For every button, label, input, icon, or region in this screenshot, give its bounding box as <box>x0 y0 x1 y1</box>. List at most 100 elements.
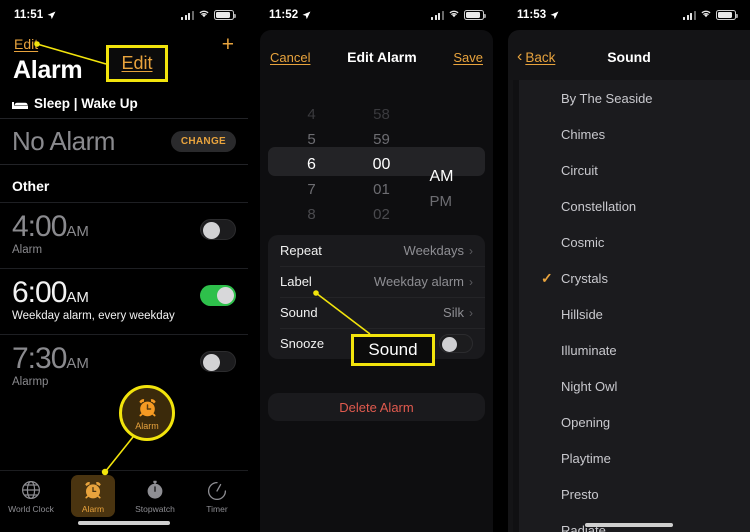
alarm-clock-icon <box>82 479 104 501</box>
list-item[interactable]: Night Owl <box>519 368 750 404</box>
list-item[interactable]: Playtime <box>519 440 750 476</box>
sleep-wake-label: Sleep | Wake Up <box>34 96 138 111</box>
no-alarm-row[interactable]: No Alarm CHANGE <box>0 118 248 165</box>
list-item-selected[interactable]: ✓ Crystals <box>519 260 750 296</box>
status-time: 11:51 <box>14 9 44 21</box>
table-row[interactable]: 4:00AM Alarm <box>0 202 248 268</box>
time-picker[interactable]: 3 4 5 6 7 8 9 57 58 59 00 01 02 <box>260 102 493 223</box>
edit-callout-box: Edit <box>106 45 168 82</box>
setting-label: Repeat <box>280 243 322 258</box>
picker-item[interactable]: 58 <box>373 102 390 127</box>
sound-name: Opening <box>561 414 611 430</box>
sound-name: Constellation <box>561 198 637 214</box>
add-alarm-button[interactable]: + <box>222 34 234 55</box>
setting-row-sound[interactable]: Sound Silk › <box>268 297 485 328</box>
tab-label: Stopwatch <box>135 504 175 514</box>
sheet-title: Edit Alarm <box>347 49 417 65</box>
period-column[interactable]: AM PM <box>430 102 472 220</box>
tab-stopwatch[interactable]: Stopwatch <box>124 479 186 514</box>
list-item[interactable]: Cosmic <box>519 224 750 260</box>
panel-sound-list: 11:53 ‹ Back Sound By The Seaside Chimes… <box>503 0 750 532</box>
minute-column[interactable]: 57 58 59 00 01 02 03 <box>360 102 404 223</box>
home-indicator <box>585 523 673 527</box>
chevron-right-icon: › <box>469 274 473 289</box>
alarm-subtitle: Weekday alarm, every weekday <box>12 309 175 322</box>
list-item[interactable]: Radiate <box>519 512 750 532</box>
status-left: 11:53 <box>517 9 559 21</box>
status-time: 11:53 <box>517 9 547 21</box>
battery-icon <box>716 10 738 20</box>
alarm-toggle[interactable] <box>200 219 236 240</box>
picker-item[interactable]: 59 <box>373 127 390 152</box>
picker-item-selected[interactable]: 6 <box>307 152 316 177</box>
table-row[interactable]: 7:30AM Alarmp <box>0 334 248 400</box>
other-section-header: Other <box>12 178 50 194</box>
hour-column[interactable]: 3 4 5 6 7 8 9 <box>290 102 334 223</box>
sound-name: Presto <box>561 486 599 502</box>
snooze-toggle[interactable] <box>439 334 473 353</box>
sound-name: Night Owl <box>561 378 618 394</box>
save-button[interactable]: Save <box>453 50 483 65</box>
picker-item[interactable]: 4 <box>307 102 315 127</box>
delete-alarm-label: Delete Alarm <box>339 399 414 415</box>
picker-item-selected[interactable]: 00 <box>373 152 391 177</box>
list-item[interactable]: Hillside <box>519 296 750 332</box>
page-title: Alarm <box>13 56 83 84</box>
delete-alarm-button[interactable]: Delete Alarm <box>268 393 485 421</box>
cancel-button[interactable]: Cancel <box>270 50 310 65</box>
alarm-time: 7:30AM <box>12 343 89 375</box>
picker-item-selected[interactable]: AM <box>430 164 472 189</box>
picker-columns: 3 4 5 6 7 8 9 57 58 59 00 01 02 <box>260 102 493 223</box>
cellular-signal-icon <box>683 10 696 20</box>
setting-value: Silk <box>443 305 464 320</box>
edit-button[interactable]: Edit <box>14 36 38 52</box>
setting-row-label[interactable]: Label Weekday alarm › <box>268 266 485 297</box>
sound-name: Playtime <box>561 450 611 466</box>
toggle-knob <box>217 287 234 304</box>
tab-timer[interactable]: Timer <box>186 479 248 514</box>
sound-options-list[interactable]: By The Seaside Chimes Circuit Constellat… <box>519 80 750 532</box>
table-row[interactable]: 6:00AM Weekday alarm, every weekday <box>0 268 248 334</box>
battery-icon <box>214 10 236 20</box>
list-item[interactable]: Illuminate <box>519 332 750 368</box>
sheet-nav-bar: Cancel Edit Alarm Save <box>260 45 493 69</box>
picker-item[interactable]: PM <box>430 189 472 214</box>
alarm-toggle[interactable] <box>200 285 236 306</box>
picker-item[interactable]: 7 <box>307 177 315 202</box>
alarm-time: 4:00AM <box>12 211 89 243</box>
alarm-info: 7:30AM Alarmp <box>12 343 89 388</box>
alarm-toggle[interactable] <box>200 351 236 372</box>
status-bar: 11:53 <box>503 0 750 30</box>
status-left: 11:52 <box>269 9 311 21</box>
tab-alarm[interactable]: Alarm <box>62 475 124 517</box>
checkmark-icon: ✓ <box>541 269 553 286</box>
alarm-time-period: AM <box>66 223 89 240</box>
setting-value-group: Weekday alarm › <box>374 274 473 289</box>
list-item[interactable]: Chimes <box>519 116 750 152</box>
list-item[interactable]: Circuit <box>519 152 750 188</box>
chevron-right-icon: › <box>469 305 473 320</box>
list-item[interactable]: By The Seaside <box>519 80 750 116</box>
picker-item[interactable]: 01 <box>373 177 390 202</box>
change-button[interactable]: CHANGE <box>170 131 236 152</box>
status-right <box>683 9 738 21</box>
sound-name: Circuit <box>561 162 598 178</box>
alarm-time-value: 4:00 <box>12 210 67 243</box>
setting-row-repeat[interactable]: Repeat Weekdays › <box>268 235 485 266</box>
picker-item[interactable]: 5 <box>307 127 315 152</box>
sound-name: Cosmic <box>561 234 605 250</box>
picker-item[interactable]: 02 <box>373 202 390 227</box>
list-item[interactable]: Presto <box>519 476 750 512</box>
picker-item[interactable]: 8 <box>307 202 315 227</box>
wifi-icon <box>700 9 712 21</box>
list-item[interactable]: Opening <box>519 404 750 440</box>
alarm-zoom-label: Alarm <box>135 420 159 431</box>
no-alarm-text: No Alarm <box>12 126 115 156</box>
screenshot-stage: 11:51 Edit + Alarm Sleep | Wake Up No Al… <box>0 0 750 532</box>
tab-world-clock[interactable]: World Clock <box>0 479 62 514</box>
alarm-time-value: 6:00 <box>12 276 67 309</box>
status-right <box>181 9 236 21</box>
bed-icon <box>12 98 28 109</box>
list-item[interactable]: Constellation <box>519 188 750 224</box>
back-button[interactable]: ‹ Back <box>517 49 555 65</box>
